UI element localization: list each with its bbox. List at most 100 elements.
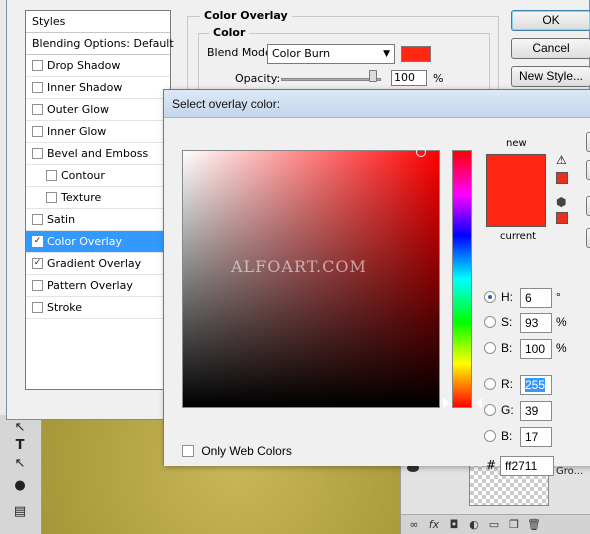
path-select-icon[interactable]: ↖: [10, 455, 30, 473]
mask-icon[interactable]: ◘: [447, 518, 461, 532]
field-label: B:: [501, 341, 513, 355]
hex-input[interactable]: ff2711: [500, 456, 554, 476]
hue-slider[interactable]: [452, 150, 472, 408]
style-item-drop-shadow[interactable]: Drop Shadow: [26, 55, 170, 77]
field-input[interactable]: 17: [520, 427, 552, 447]
style-item-label: Color Overlay: [47, 235, 122, 248]
direct-select-tool-icon[interactable]: ↖: [10, 419, 30, 437]
overlay-color-swatch[interactable]: [401, 46, 431, 62]
checkbox[interactable]: [32, 279, 43, 291]
color-overlay-group: Color Overlay Color Blend Mode: Color Bu…: [187, 9, 499, 96]
style-item-satin[interactable]: Satin: [26, 209, 170, 231]
field-input[interactable]: 93: [520, 313, 552, 333]
style-item-texture[interactable]: Texture: [26, 187, 170, 209]
field-label: G:: [501, 403, 514, 417]
notes-tool-icon[interactable]: ▤: [10, 503, 30, 521]
opacity-input[interactable]: 100: [391, 70, 427, 86]
field-unit: %: [556, 315, 567, 329]
style-item-label: Outer Glow: [47, 103, 110, 116]
field-value: 93: [525, 316, 539, 330]
checkbox[interactable]: [32, 301, 43, 313]
type-tool-icon[interactable]: T: [10, 437, 30, 455]
link-icon[interactable]: ∞: [407, 518, 421, 532]
color-group-title: Color: [209, 26, 250, 39]
checkbox[interactable]: [32, 103, 43, 115]
style-item-outer-glow[interactable]: Outer Glow: [26, 99, 170, 121]
warning-icon[interactable]: ⚠: [556, 154, 567, 166]
checkbox[interactable]: ✓: [32, 257, 43, 269]
style-item-label: Contour: [61, 169, 105, 182]
style-item-blending-options-default[interactable]: Blending Options: Default: [26, 33, 174, 55]
radio-button[interactable]: [484, 404, 496, 416]
style-item-contour[interactable]: Contour: [26, 165, 170, 187]
cube-icon[interactable]: ⬢: [556, 196, 566, 208]
style-item-stroke[interactable]: Stroke: [26, 297, 170, 319]
color-libraries-button[interactable]: [586, 228, 590, 248]
checkbox[interactable]: [32, 59, 43, 71]
picker-titlebar[interactable]: Select overlay color:: [164, 90, 590, 118]
checkbox[interactable]: ✓: [32, 235, 43, 247]
radio-button[interactable]: [484, 378, 496, 390]
field-value: 39: [525, 404, 539, 418]
layer-name[interactable]: Gro...: [556, 466, 583, 477]
field-input[interactable]: 6: [520, 288, 552, 308]
gamut-warning-swatch[interactable]: [556, 172, 568, 184]
style-item-inner-shadow[interactable]: Inner Shadow: [26, 77, 170, 99]
checkbox[interactable]: [32, 147, 43, 159]
field-input[interactable]: 255: [520, 375, 552, 395]
trash-icon[interactable]: 🗑: [527, 518, 541, 532]
web-safe-swatch[interactable]: [556, 212, 568, 224]
chevron-down-icon: ▼: [383, 49, 390, 59]
ellipse-tool-icon[interactable]: ●: [10, 477, 30, 495]
color-marker[interactable]: [416, 147, 426, 157]
hex-hash: #: [486, 458, 497, 472]
field-input[interactable]: 39: [520, 401, 552, 421]
checkbox[interactable]: [32, 213, 43, 225]
picker-body: ALFOART.COM new current ⚠ ⬢ H: 6 ° S: 93% B: 1…: [164, 118, 590, 476]
hue-arrow-left-icon[interactable]: [443, 398, 450, 408]
adjustment-icon[interactable]: ◐: [467, 518, 481, 532]
opacity-slider[interactable]: [281, 78, 381, 81]
checkbox[interactable]: [32, 125, 43, 137]
radio-button[interactable]: [484, 316, 496, 328]
field-unit: °: [556, 290, 561, 304]
checkbox[interactable]: [32, 81, 43, 93]
styles-header[interactable]: Styles: [26, 11, 170, 33]
field-value: 255: [525, 378, 546, 392]
blend-mode-select[interactable]: Color Burn ▼: [267, 44, 395, 64]
field-value: 100: [525, 342, 546, 356]
style-item-label: Blending Options: Default: [32, 37, 174, 50]
picker-title: Select overlay color:: [172, 97, 281, 111]
style-item-color-overlay[interactable]: ✓ Color Overlay: [26, 231, 170, 253]
new-layer-icon[interactable]: ❐: [507, 518, 521, 532]
picker-cancel-button[interactable]: [586, 160, 590, 180]
only-web-colors-checkbox[interactable]: Only Web Colors: [182, 444, 292, 458]
hue-arrow-right-icon[interactable]: [475, 398, 482, 408]
style-item-gradient-overlay[interactable]: ✓ Gradient Overlay: [26, 253, 170, 275]
field-input[interactable]: 100: [520, 339, 552, 359]
color-picker-dialog: Select overlay color: ALFOART.COM new cu…: [163, 89, 590, 476]
style-item-label: Pattern Overlay: [47, 279, 133, 292]
opacity-slider-thumb[interactable]: [369, 70, 377, 82]
checkbox[interactable]: [182, 444, 194, 457]
style-item-pattern-overlay[interactable]: Pattern Overlay: [26, 275, 170, 297]
ok-button[interactable]: OK: [511, 10, 590, 31]
style-item-inner-glow[interactable]: Inner Glow: [26, 121, 170, 143]
tools-panel: ↖ T ↖ ● ▤: [0, 415, 42, 534]
picker-ok-button[interactable]: [586, 132, 590, 152]
fx-icon[interactable]: fx: [427, 518, 441, 532]
cancel-button[interactable]: Cancel: [511, 38, 590, 59]
checkbox[interactable]: [46, 191, 57, 203]
add-swatches-button[interactable]: [586, 196, 590, 216]
new-style-button[interactable]: New Style...: [511, 66, 590, 87]
only-web-colors-label: Only Web Colors: [201, 444, 292, 458]
folder-icon[interactable]: ▭: [487, 518, 501, 532]
radio-button[interactable]: [484, 291, 496, 303]
saturation-brightness-field[interactable]: ALFOART.COM: [182, 147, 440, 408]
radio-button[interactable]: [484, 342, 496, 354]
radio-button[interactable]: [484, 430, 496, 442]
checkbox[interactable]: [46, 169, 57, 181]
style-item-bevel-and-emboss[interactable]: Bevel and Emboss: [26, 143, 170, 165]
field-label: H:: [501, 290, 513, 304]
current-color-swatch[interactable]: [486, 191, 546, 227]
